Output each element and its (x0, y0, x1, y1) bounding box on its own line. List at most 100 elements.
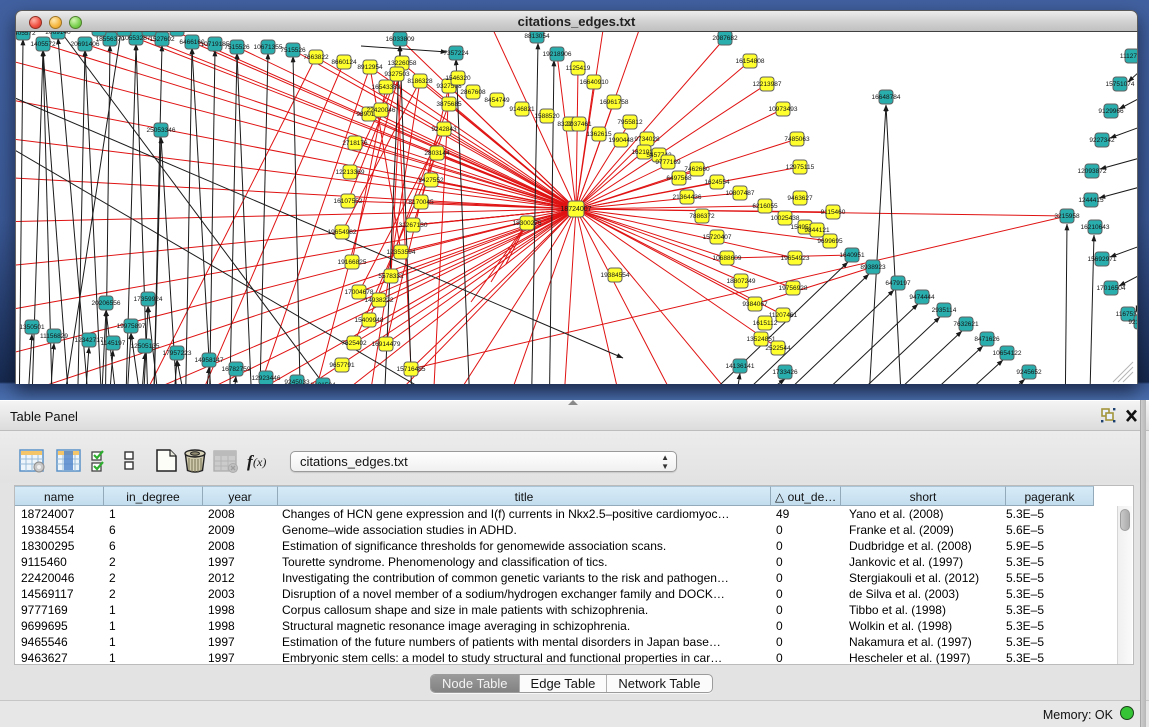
svg-text:16107552: 16107552 (334, 198, 363, 205)
svg-text:7515526: 7515526 (224, 44, 250, 51)
svg-text:12213987: 12213987 (753, 81, 782, 88)
svg-text:8131504: 8131504 (310, 382, 336, 384)
svg-text:1145197: 1145197 (101, 340, 126, 347)
svg-text:12975115: 12975115 (786, 164, 815, 171)
svg-text:1624554: 1624554 (704, 179, 730, 186)
svg-text:7462660: 7462660 (684, 166, 710, 173)
svg-text:16210643: 16210643 (1081, 224, 1110, 231)
svg-text:8454749: 8454749 (484, 97, 510, 104)
svg-text:2069140: 2069140 (45, 32, 71, 36)
svg-text:22420046: 22420046 (367, 107, 396, 114)
svg-text:9227342: 9227342 (1089, 137, 1115, 144)
svg-text:1588520: 1588520 (534, 113, 560, 120)
svg-text:14958147: 14958147 (195, 357, 224, 364)
svg-text:10688609: 10688609 (713, 255, 742, 262)
svg-text:17004678: 17004678 (345, 289, 374, 296)
svg-text:12213369: 12213369 (336, 169, 365, 176)
svg-text:9146821: 9146821 (509, 106, 535, 113)
svg-text:7625402: 7625402 (341, 340, 367, 347)
svg-text:9474444: 9474444 (909, 294, 935, 301)
svg-text:9245652: 9245652 (1016, 369, 1042, 376)
svg-text:8813054: 8813054 (524, 33, 550, 40)
svg-text:8471626: 8471626 (974, 336, 1000, 343)
svg-text:1733426: 1733426 (772, 369, 798, 376)
svg-text:16033809: 16033809 (386, 36, 415, 43)
svg-text:19654923: 19654923 (781, 255, 810, 262)
svg-text:18807249: 18807249 (727, 278, 756, 285)
svg-text:10654122: 10654122 (993, 350, 1022, 357)
svg-text:18300275: 18300275 (513, 220, 542, 227)
svg-text:1640951: 1640951 (839, 252, 865, 259)
svg-text:16914479: 16914479 (372, 341, 401, 348)
svg-text:7515526: 7515526 (280, 47, 306, 54)
svg-text:14938222: 14938222 (365, 297, 394, 304)
svg-text:18556370: 18556370 (96, 36, 125, 43)
svg-text:8660124: 8660124 (331, 59, 357, 66)
svg-text:3875685: 3875685 (436, 101, 462, 108)
svg-text:10807487: 10807487 (726, 190, 755, 197)
svg-text:7886372: 7886372 (689, 213, 715, 220)
svg-text:11207461: 11207461 (769, 312, 798, 319)
svg-text:1546320: 1546320 (445, 75, 471, 82)
svg-text:12923446: 12923446 (252, 375, 281, 382)
svg-text:9129966: 9129966 (1098, 108, 1124, 115)
svg-text:17957223: 17957223 (163, 350, 192, 357)
svg-text:2803144: 2803144 (424, 150, 450, 157)
svg-text:9657791: 9657791 (329, 362, 355, 369)
svg-text:6216055: 6216055 (752, 203, 778, 210)
svg-text:1244415: 1244415 (1078, 197, 1104, 204)
svg-text:2867608: 2867608 (460, 89, 486, 96)
svg-text:11156829: 11156829 (40, 333, 68, 340)
svg-text:9245033: 9245033 (284, 379, 310, 384)
svg-text:19975897: 19975897 (117, 323, 146, 330)
svg-text:7663822: 7663822 (303, 54, 329, 61)
svg-text:5578332: 5578332 (378, 273, 404, 280)
svg-text:1405572: 1405572 (16, 32, 36, 37)
svg-text:16154808: 16154808 (736, 58, 765, 65)
svg-text:9844121: 9844121 (804, 227, 830, 234)
svg-text:7485063: 7485063 (784, 136, 810, 143)
svg-text:16961758: 16961758 (600, 99, 629, 106)
svg-text:19654982: 19654982 (328, 229, 357, 236)
svg-text:8170045: 8170045 (408, 199, 434, 206)
svg-text:19166825: 19166825 (338, 259, 367, 266)
svg-text:9115460: 9115460 (821, 209, 846, 216)
svg-text:19218906: 19218906 (543, 51, 572, 58)
svg-text:1405572: 1405572 (30, 41, 56, 48)
svg-text:13226058: 13226058 (388, 60, 417, 67)
svg-text:17359924: 17359924 (134, 296, 163, 303)
svg-text:9242843: 9242843 (431, 126, 457, 133)
svg-text:2522544: 2522544 (765, 345, 791, 352)
svg-text:12342717: 12342717 (75, 337, 104, 344)
svg-text:8186328: 8186328 (407, 78, 433, 85)
svg-text:6479197: 6479197 (885, 280, 911, 287)
svg-text:19384554: 19384554 (601, 272, 630, 279)
svg-text:1527602: 1527602 (149, 36, 175, 43)
svg-text:1112731: 1112731 (1120, 53, 1137, 60)
svg-text:8912954: 8912954 (357, 64, 383, 71)
svg-text:7955812: 7955812 (617, 119, 643, 126)
svg-text:22441152: 22441152 (163, 32, 192, 33)
svg-text:10419610: 10419610 (135, 32, 164, 33)
svg-text:3215958: 3215958 (1054, 213, 1080, 220)
svg-text:15409948: 15409948 (355, 317, 384, 324)
svg-text:20206556: 20206556 (92, 300, 121, 307)
svg-text:25053346: 25053346 (147, 127, 176, 134)
svg-text:10671355: 10671355 (254, 44, 283, 51)
svg-text:16640910: 16640910 (580, 79, 609, 86)
svg-text:18724007: 18724007 (560, 206, 591, 213)
svg-text:9327503: 9327503 (384, 71, 410, 78)
svg-text:14136141: 14136141 (726, 363, 755, 370)
svg-text:8938923: 8938923 (860, 264, 886, 271)
svg-text:10973493: 10973493 (769, 106, 798, 113)
svg-text:1615112: 1615112 (753, 320, 778, 327)
svg-text:2037461: 2037461 (566, 121, 592, 128)
svg-text:6497568: 6497568 (666, 175, 692, 182)
svg-text:1990448: 1990448 (608, 137, 634, 144)
svg-text:7357224: 7357224 (443, 50, 469, 57)
svg-text:21364436: 21364436 (673, 194, 702, 201)
svg-text:19756928: 19756928 (779, 285, 808, 292)
svg-text:15720407: 15720407 (703, 234, 732, 241)
svg-text:7632621: 7632621 (953, 321, 979, 328)
svg-text:2718176: 2718176 (342, 140, 368, 147)
